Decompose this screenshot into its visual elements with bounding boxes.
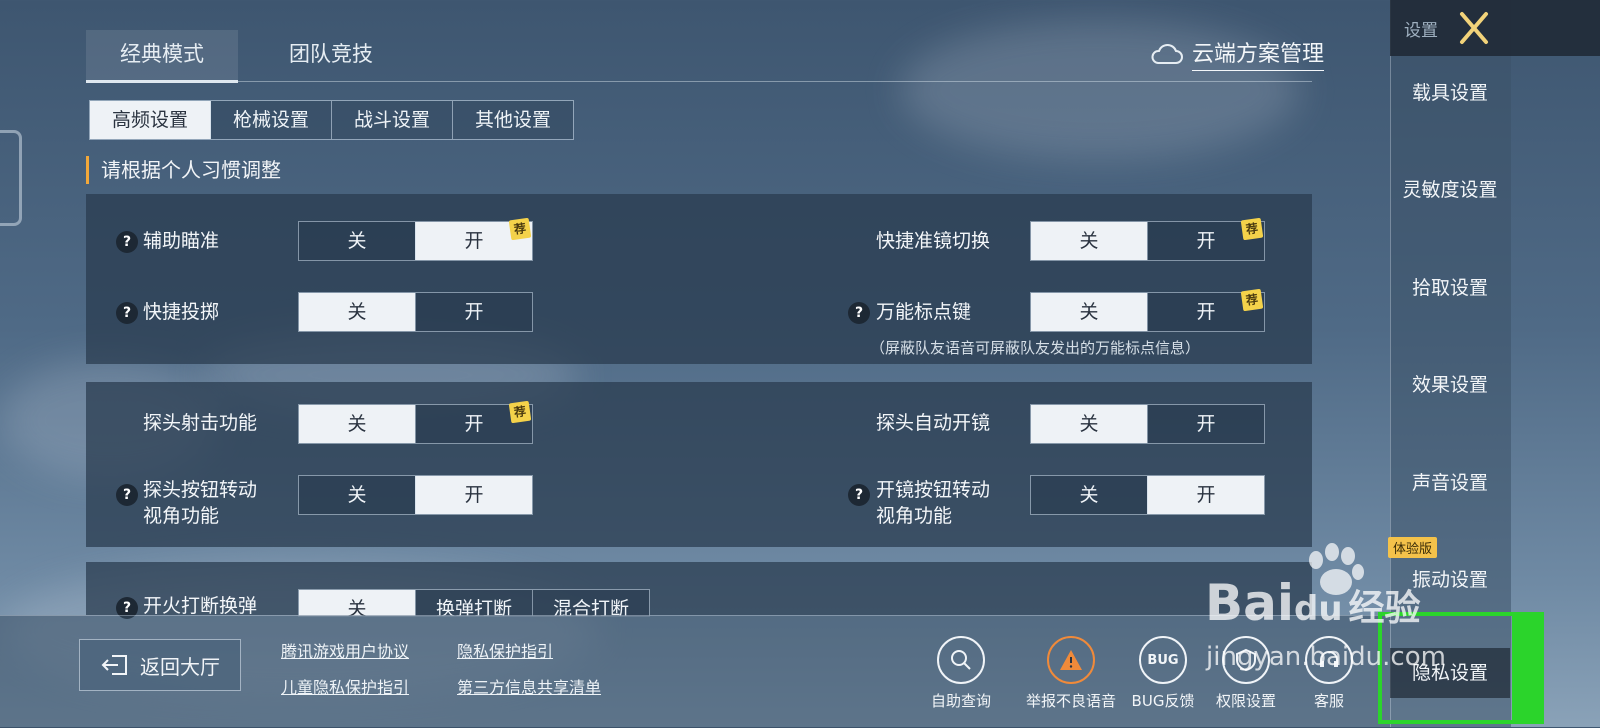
scope-switch-on[interactable]: 开荐 bbox=[1147, 217, 1264, 260]
scope-rotate-toggle: 关 开 bbox=[1030, 475, 1265, 515]
self-help-button[interactable]: 自助查询 bbox=[921, 636, 1001, 711]
warning-icon bbox=[1047, 636, 1095, 684]
help-icon[interactable]: ? bbox=[116, 231, 138, 253]
self-help-label: 自助查询 bbox=[930, 692, 991, 710]
back-to-lobby-label: 返回大厅 bbox=[140, 654, 220, 679]
tab-team-battle[interactable]: 团队竞技 bbox=[256, 30, 406, 80]
aim-assist-toggle: 关 开荐 bbox=[298, 217, 533, 261]
sidebar-item-sensitivity[interactable]: 灵敏度设置 bbox=[1390, 175, 1510, 202]
fire-interrupt-toggle: 关 换弹打断 混合打断 bbox=[298, 589, 650, 617]
scope-rotate-off[interactable]: 关 bbox=[1031, 476, 1147, 514]
highlight-fill bbox=[1516, 612, 1544, 724]
child-privacy-link[interactable]: 儿童隐私保护指引 bbox=[281, 674, 409, 698]
marker-key-toggle: 关 开荐 bbox=[1030, 288, 1265, 332]
third-party-share-link[interactable]: 第三方信息共享清单 bbox=[457, 674, 601, 698]
subtab-high-freq[interactable]: 高频设置 bbox=[90, 101, 211, 139]
scope-rotate-label-line1: 开镜按钮转动 bbox=[876, 479, 991, 501]
peek-rotate-label-line2: 视角功能 bbox=[143, 505, 220, 527]
cloud-plan-manager-label: 云端方案管理 bbox=[1192, 36, 1325, 71]
report-voice-label: 举报不良语音 bbox=[1025, 692, 1116, 710]
left-edge-hexagon bbox=[0, 130, 22, 226]
peek-fire-off[interactable]: 关 bbox=[299, 405, 415, 443]
back-to-lobby-button[interactable]: 返回大厅 bbox=[79, 639, 241, 691]
recommended-badge: 荐 bbox=[1240, 217, 1264, 241]
peek-scope-label: 探头自动开镜 bbox=[876, 412, 991, 434]
cloud-icon bbox=[1151, 43, 1183, 64]
privacy-guide-link[interactable]: 隐私保护指引 bbox=[457, 638, 553, 662]
user-agreement-link[interactable]: 腾讯游戏用户协议 bbox=[281, 638, 409, 662]
peek-rotate-label: 探头按钮转动 视角功能 bbox=[143, 477, 257, 529]
watermark-brand: Bai bbox=[1205, 574, 1294, 632]
scope-rotate-label-line2: 视角功能 bbox=[876, 505, 953, 527]
help-icon[interactable]: ? bbox=[116, 302, 138, 324]
peek-fire-toggle: 关 开荐 bbox=[298, 400, 533, 444]
help-icon[interactable]: ? bbox=[848, 484, 870, 506]
peek-scope-off[interactable]: 关 bbox=[1031, 405, 1147, 443]
subtab-combat[interactable]: 战斗设置 bbox=[332, 101, 453, 139]
quick-throw-label: 快捷投掷 bbox=[143, 301, 220, 323]
scope-switch-toggle: 关 开荐 bbox=[1030, 217, 1265, 261]
marker-key-on[interactable]: 开荐 bbox=[1147, 288, 1264, 331]
peek-fire-on-label: 开 bbox=[464, 413, 484, 435]
recommended-badge: 荐 bbox=[1240, 288, 1264, 312]
help-icon[interactable]: ? bbox=[848, 302, 870, 324]
subtab-other[interactable]: 其他设置 bbox=[453, 101, 573, 139]
scope-switch-label: 快捷准镜切换 bbox=[876, 230, 991, 252]
fire-interrupt-mixed[interactable]: 混合打断 bbox=[532, 590, 649, 616]
marker-key-on-label: 开 bbox=[1196, 301, 1216, 323]
peek-fire-on[interactable]: 开荐 bbox=[415, 400, 532, 443]
search-icon bbox=[937, 636, 985, 684]
marker-key-off[interactable]: 关 bbox=[1031, 293, 1147, 331]
sidebar-title: 设置 bbox=[1404, 21, 1438, 41]
peek-rotate-toggle: 关 开 bbox=[298, 475, 533, 515]
aim-assist-off[interactable]: 关 bbox=[299, 222, 415, 260]
cloud-plan-manager[interactable]: 云端方案管理 bbox=[1150, 36, 1325, 71]
fire-interrupt-reload[interactable]: 换弹打断 bbox=[415, 590, 532, 616]
aim-assist-on-label: 开 bbox=[464, 230, 484, 252]
permission-settings-label: 权限设置 bbox=[1215, 692, 1276, 710]
subtab-weapon[interactable]: 枪械设置 bbox=[211, 101, 332, 139]
recommended-badge: 荐 bbox=[508, 400, 532, 424]
help-icon[interactable]: ? bbox=[116, 484, 138, 506]
fire-interrupt-off[interactable]: 关 bbox=[299, 590, 415, 616]
section-title: 请根据个人习惯调整 bbox=[86, 156, 281, 184]
aim-assist-on[interactable]: 开荐 bbox=[415, 217, 532, 260]
report-voice-button[interactable]: 举报不良语音 bbox=[1023, 636, 1119, 711]
peek-rotate-on[interactable]: 开 bbox=[415, 476, 532, 514]
close-button[interactable] bbox=[1452, 6, 1496, 50]
aim-assist-label: 辅助瞄准 bbox=[143, 230, 220, 252]
scope-switch-on-label: 开 bbox=[1196, 230, 1216, 252]
peek-rotate-label-line1: 探头按钮转动 bbox=[143, 479, 258, 501]
scope-rotate-label: 开镜按钮转动 视角功能 bbox=[876, 477, 990, 529]
tab-classic-mode[interactable]: 经典模式 bbox=[86, 30, 238, 83]
sidebar-item-sound[interactable]: 声音设置 bbox=[1390, 468, 1510, 495]
sidebar-item-effects[interactable]: 效果设置 bbox=[1390, 370, 1510, 397]
bug-feedback-label: BUG反馈 bbox=[1131, 692, 1195, 710]
quick-throw-off[interactable]: 关 bbox=[299, 293, 415, 331]
customer-service-label: 客服 bbox=[1313, 692, 1344, 710]
bug-icon: BUG bbox=[1139, 636, 1187, 684]
sidebar-item-pickup[interactable]: 拾取设置 bbox=[1390, 273, 1510, 300]
paw-icon bbox=[1309, 543, 1364, 595]
sidebar-item-vehicle[interactable]: 载具设置 bbox=[1390, 78, 1510, 105]
bug-feedback-button[interactable]: BUG BUG反馈 bbox=[1123, 636, 1203, 711]
recommended-badge: 荐 bbox=[508, 217, 532, 241]
close-icon bbox=[1460, 12, 1488, 44]
quick-throw-toggle: 关 开 bbox=[298, 292, 533, 332]
scope-rotate-on[interactable]: 开 bbox=[1147, 476, 1264, 514]
marker-key-label: 万能标点键 bbox=[876, 301, 972, 323]
watermark-url: jingyan.baidu.com bbox=[1206, 642, 1446, 672]
settings-subtabs: 高频设置 枪械设置 战斗设置 其他设置 bbox=[89, 100, 574, 140]
scope-switch-off[interactable]: 关 bbox=[1031, 222, 1147, 260]
exit-icon bbox=[101, 655, 127, 675]
marker-key-note: （屏蔽队友语音可屏蔽队友发出的万能标点信息） bbox=[870, 339, 1201, 357]
quick-throw-on[interactable]: 开 bbox=[415, 293, 532, 331]
tab-divider bbox=[86, 81, 1312, 82]
peek-scope-toggle: 关 开 bbox=[1030, 404, 1265, 444]
peek-fire-label: 探头射击功能 bbox=[143, 412, 258, 434]
peek-rotate-off[interactable]: 关 bbox=[299, 476, 415, 514]
peek-scope-on[interactable]: 开 bbox=[1147, 405, 1264, 443]
experience-badge: 体验版 bbox=[1388, 537, 1438, 558]
settings-panel-3 bbox=[86, 562, 1312, 615]
